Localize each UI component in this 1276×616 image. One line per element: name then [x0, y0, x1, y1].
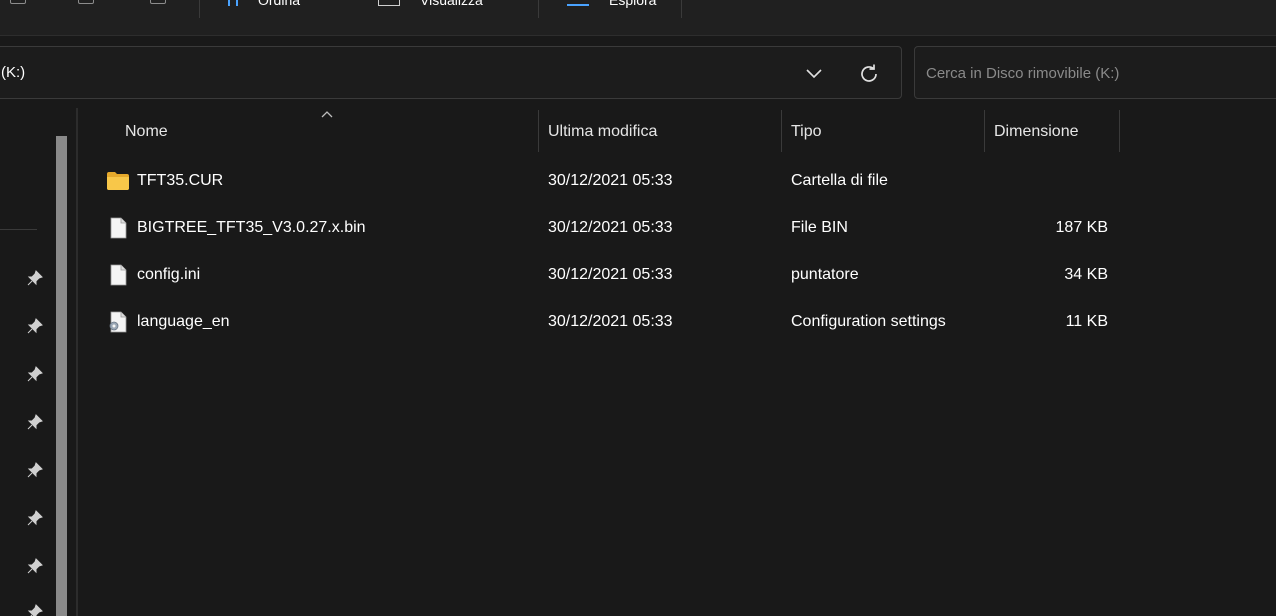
column-separator[interactable]	[1119, 110, 1120, 152]
file-modified: 30/12/2021 05:33	[548, 313, 673, 330]
rename-icon[interactable]	[78, 0, 94, 4]
nav-divider	[0, 229, 37, 230]
list-icon	[567, 0, 589, 6]
file-name[interactable]: BIGTREE_TFT35_V3.0.27.x.bin	[137, 219, 366, 237]
view-button[interactable]: Visualizza	[378, 0, 483, 10]
file-name[interactable]: config.ini	[137, 266, 200, 284]
pin-icon[interactable]	[27, 558, 43, 574]
column-separator[interactable]	[781, 110, 782, 152]
navigation-pane	[0, 108, 76, 616]
pin-icon[interactable]	[27, 604, 43, 616]
search-input[interactable]: Cerca in Disco rimovibile (K:)	[914, 46, 1276, 99]
file-size: 11 KB	[1065, 313, 1108, 330]
pin-icon[interactable]	[27, 414, 43, 430]
column-header-row: Nome Ultima modifica Tipo Dimensione	[78, 108, 1276, 154]
view-icon	[378, 0, 400, 6]
nav-scrollbar[interactable]	[56, 136, 67, 616]
file-modified: 30/12/2021 05:33	[548, 266, 673, 283]
file-type: Configuration settings	[791, 313, 946, 330]
delete-icon[interactable]	[150, 0, 166, 4]
chevron-down-icon[interactable]	[805, 64, 823, 82]
pin-icon[interactable]	[27, 318, 43, 334]
folder-icon	[107, 172, 129, 190]
search-placeholder: Cerca in Disco rimovibile (K:)	[926, 65, 1120, 82]
pin-icon[interactable]	[27, 510, 43, 526]
file-name[interactable]: TFT35.CUR	[137, 172, 223, 190]
column-separator[interactable]	[538, 110, 539, 152]
pin-icon[interactable]	[27, 462, 43, 478]
view-label: Visualizza	[420, 0, 483, 8]
explore-button[interactable]: Esplora	[567, 0, 656, 10]
file-modified: 30/12/2021 05:33	[548, 172, 673, 189]
explore-label: Esplora	[609, 0, 657, 8]
sort-icon	[228, 0, 238, 6]
file-icon	[110, 217, 127, 239]
column-header-name[interactable]: Nome	[125, 123, 168, 141]
column-header-size[interactable]: Dimensione	[994, 123, 1078, 141]
file-size: 187 KB	[1055, 219, 1108, 236]
file-name[interactable]: language_en	[137, 313, 230, 331]
file-type: Cartella di file	[791, 172, 888, 189]
file-type: File BIN	[791, 219, 848, 236]
file-icon	[110, 264, 127, 286]
column-separator[interactable]	[984, 110, 985, 152]
sort-button[interactable]: Ordina	[228, 0, 300, 10]
file-row[interactable]: config.ini 30/12/2021 05:33 puntatore 34…	[78, 253, 1276, 300]
address-bar[interactable]: (K:)	[0, 46, 902, 99]
command-bar: Ordina Visualizza Esplora	[0, 0, 1276, 36]
file-type: puntatore	[791, 266, 859, 283]
pin-icon[interactable]	[27, 270, 43, 286]
file-row[interactable]: language_en 30/12/2021 05:33 Configurati…	[78, 300, 1276, 347]
file-row[interactable]: TFT35.CUR 30/12/2021 05:33 Cartella di f…	[78, 159, 1276, 206]
pin-icon[interactable]	[27, 366, 43, 382]
toolbar-divider	[199, 0, 200, 18]
share-icon[interactable]	[10, 0, 26, 4]
toolbar-divider	[681, 0, 682, 18]
refresh-icon[interactable]	[857, 62, 881, 86]
file-size: 34 KB	[1064, 266, 1108, 283]
sort-ascending-icon	[321, 111, 333, 118]
sort-label: Ordina	[258, 0, 301, 8]
file-row[interactable]: BIGTREE_TFT35_V3.0.27.x.bin 30/12/2021 0…	[78, 206, 1276, 253]
address-path[interactable]: (K:)	[1, 64, 25, 81]
settings-file-icon	[109, 311, 127, 333]
column-header-modified[interactable]: Ultima modifica	[548, 123, 657, 141]
toolbar-divider	[538, 0, 539, 18]
column-header-type[interactable]: Tipo	[791, 123, 822, 141]
file-modified: 30/12/2021 05:33	[548, 219, 673, 236]
